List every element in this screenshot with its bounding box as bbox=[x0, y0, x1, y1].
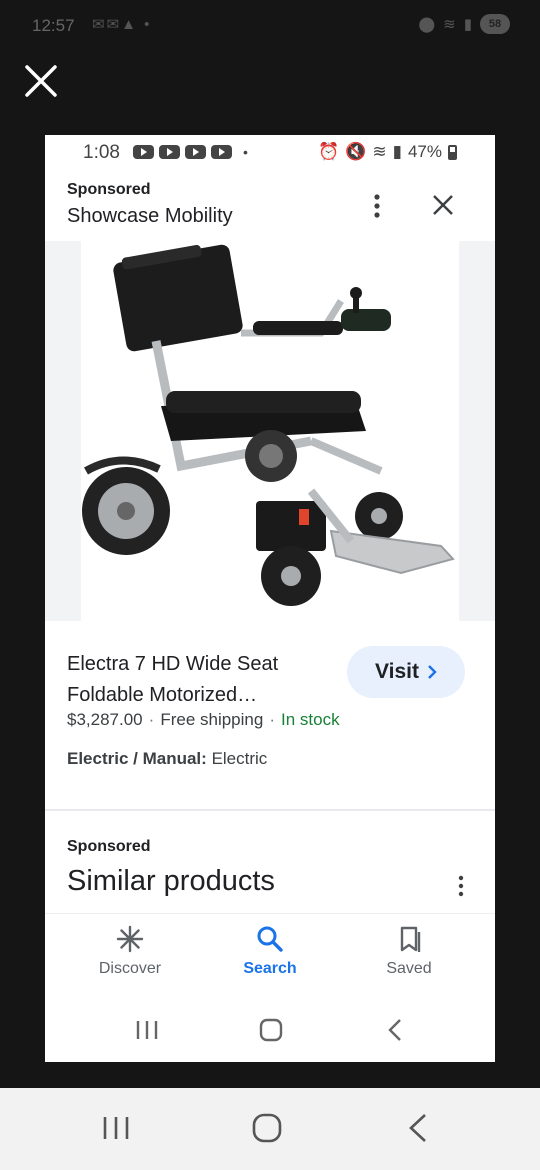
youtube-icon bbox=[211, 145, 232, 159]
youtube-notification-icons: • bbox=[133, 144, 248, 160]
inner-screenshot: 1:08 • ⏰ 🔇 ≋ ▮ 47% Sponsored Showcase Mo… bbox=[45, 135, 495, 1062]
location-icon: ⬤ bbox=[418, 16, 436, 33]
signal-icon: ▮ bbox=[392, 142, 402, 161]
asterisk-icon bbox=[116, 925, 144, 953]
recent-apps-icon[interactable] bbox=[135, 1019, 159, 1041]
search-icon bbox=[257, 926, 283, 952]
outer-battery: 58 bbox=[480, 14, 510, 34]
advertiser-name[interactable]: Showcase Mobility bbox=[67, 205, 233, 228]
outer-system-nav bbox=[0, 1088, 540, 1170]
more-options-icon[interactable] bbox=[367, 193, 387, 219]
mute-icon: 🔇 bbox=[345, 142, 367, 161]
visit-label: Visit bbox=[375, 660, 419, 683]
wifi-icon: ≋ bbox=[372, 142, 387, 161]
home-icon[interactable] bbox=[259, 1018, 283, 1042]
recent-apps-icon[interactable] bbox=[102, 1115, 130, 1141]
sponsored-label: Sponsored bbox=[67, 181, 151, 198]
outer-clock: 12:57 bbox=[32, 16, 75, 35]
close-icon[interactable] bbox=[22, 62, 60, 100]
youtube-icon bbox=[185, 145, 206, 159]
home-icon[interactable] bbox=[252, 1113, 282, 1143]
bookmarks-icon bbox=[400, 926, 421, 952]
spec-label: Electric / Manual: bbox=[67, 749, 207, 768]
spec-value: Electric bbox=[211, 749, 268, 768]
wheelchair-illustration bbox=[82, 244, 455, 606]
similar-products-title: Similar products bbox=[67, 865, 275, 897]
bottom-nav: Discover Search Saved bbox=[45, 913, 495, 999]
battery-icon bbox=[448, 144, 457, 160]
similar-sponsored-label: Sponsored bbox=[67, 838, 151, 855]
inner-system-nav bbox=[45, 1001, 495, 1062]
close-icon[interactable] bbox=[431, 193, 455, 217]
product-image-area[interactable] bbox=[45, 241, 495, 621]
nav-saved-label: Saved bbox=[386, 960, 432, 977]
back-icon[interactable] bbox=[408, 1113, 428, 1143]
shipping-info: Free shipping bbox=[160, 710, 264, 729]
battery-percent: 47% bbox=[407, 142, 442, 161]
product-title[interactable]: Electra 7 HD Wide Seat Foldable Motorize… bbox=[67, 649, 337, 711]
stock-status: In stock bbox=[281, 710, 340, 729]
price-row: $3,287.00 · Free shipping · In stock bbox=[67, 710, 340, 729]
spec-row: Electric / Manual: Electric bbox=[67, 749, 267, 769]
chevron-right-icon bbox=[428, 665, 437, 679]
more-options-icon[interactable] bbox=[453, 875, 469, 897]
product-image[interactable] bbox=[81, 241, 459, 621]
wifi-icon: ≋ bbox=[443, 16, 456, 33]
nav-discover-label: Discover bbox=[98, 960, 162, 977]
nav-saved[interactable]: Saved bbox=[349, 924, 469, 978]
nav-search[interactable]: Search bbox=[210, 924, 330, 978]
price: $3,287.00 bbox=[67, 710, 143, 729]
back-icon[interactable] bbox=[388, 1018, 402, 1042]
youtube-icon bbox=[159, 145, 180, 159]
visit-button[interactable]: Visit bbox=[347, 646, 465, 698]
youtube-icon bbox=[133, 145, 154, 159]
signal-icon: ▮ bbox=[463, 16, 472, 33]
inner-status-bar: 1:08 • ⏰ 🔇 ≋ ▮ 47% bbox=[45, 135, 495, 169]
outer-status-bar: 12:57 ✉✉▲ • ⬤ ≋ ▮ 58 bbox=[0, 0, 540, 52]
nav-search-label: Search bbox=[243, 960, 297, 977]
nav-discover[interactable]: Discover bbox=[70, 924, 190, 978]
outer-notification-icons: ✉✉▲ • bbox=[92, 16, 152, 33]
alarm-icon: ⏰ bbox=[318, 142, 340, 161]
inner-clock: 1:08 bbox=[83, 142, 120, 163]
section-divider bbox=[45, 809, 495, 811]
